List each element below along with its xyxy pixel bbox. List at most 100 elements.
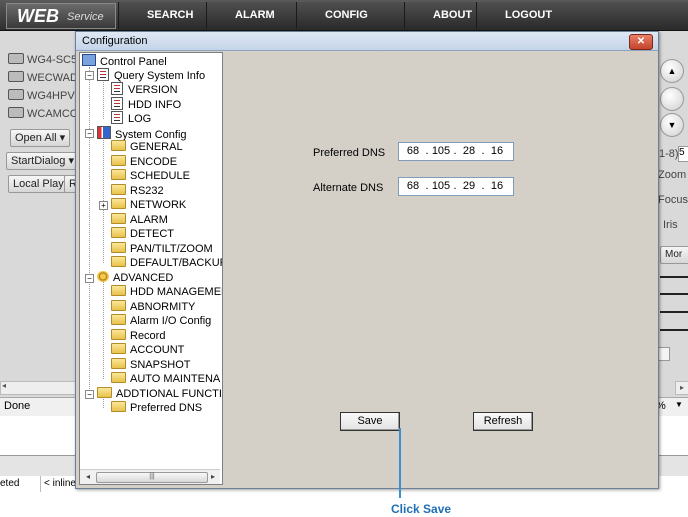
alternate-dns-input[interactable]: 68 . 105 . 29 . 16 [398,177,514,196]
device-item[interactable]: WG4-SC5 [8,53,77,67]
local-play-button[interactable]: Local Play [8,175,69,193]
ptz-center-button[interactable] [660,87,684,111]
collapse-icon[interactable]: − [85,129,94,138]
nav-logout[interactable]: LOGOUT [476,2,688,29]
camera-icon [8,89,24,100]
zoom-dropdown-icon[interactable]: ▼ [675,400,683,409]
speed-input[interactable]: 5 [678,146,688,162]
tree-item-version[interactable]: VERSION [111,82,178,96]
device-item[interactable]: WG4HPV5 [8,89,81,103]
device-label: WG4-SC5 [27,54,78,66]
tree-item-general[interactable]: GENERAL [111,140,183,154]
ip-octet: 16 [490,145,504,157]
bottom-area [0,494,688,517]
close-button[interactable]: ✕ [629,34,653,50]
collapse-icon[interactable]: − [85,274,94,283]
tree-advanced[interactable]: ADVANCED [97,271,173,285]
scroll-left-icon[interactable]: ◂ [82,471,94,483]
tree-item-schedule[interactable]: SCHEDULE [111,169,190,183]
tree-item-rs232[interactable]: RS232 [111,184,164,198]
folder-icon [111,372,126,383]
tree-item-snapshot[interactable]: SNAPSHOT [111,358,191,372]
tree-system-config[interactable]: System Config [97,126,187,141]
expand-icon[interactable]: + [99,201,108,210]
tree-label: NETWORK [130,199,187,211]
tree-additional-function[interactable]: ADDTIONAL FUNCTION [97,387,222,401]
tree-label: Record [130,330,166,342]
tree-line [103,278,104,379]
tree-label: ACCOUNT [130,344,185,356]
preferred-dns-input[interactable]: 68 . 105 . 28 . 16 [398,142,514,161]
zoom-label: Zoom [658,169,687,181]
scroll-right-icon[interactable]: ▸ [207,471,219,483]
dialog-titlebar[interactable]: Configuration ✕ [76,32,658,51]
tree-label: AUTO MAINTENANCE [130,373,221,385]
start-dialog-button[interactable]: StartDialog ▾ [6,152,79,170]
ptz-up-button[interactable]: ▲ [660,59,684,83]
tree-horizontal-scrollbar[interactable]: ◂ ||| ▸ [80,469,220,484]
tree-line [103,133,104,263]
tree-root[interactable]: Control Panel [82,54,167,68]
refresh-button[interactable]: Refresh [473,412,533,431]
scroll-right-icon[interactable]: ▸ [675,381,688,395]
save-button[interactable]: Save [340,412,400,431]
ptz-down-button[interactable]: ▼ [660,113,684,137]
tree-item-alarm-io-config[interactable]: Alarm I/O Config [111,314,211,328]
ip-octet: 16 [490,180,504,192]
device-item[interactable]: WECWAD [8,71,78,85]
folder-icon [111,285,126,296]
device-item[interactable]: WCAMCC [8,107,78,121]
more-button[interactable]: Mor [660,246,688,264]
logo-main-text: WEB [17,6,59,26]
computer-icon [82,54,96,66]
tree-item-alarm[interactable]: ALARM [111,213,168,227]
top-nav-bar: WEB Service SEARCH ALARM CONFIG ABOUT LO… [0,0,688,31]
tree-item-log[interactable]: LOG [111,111,151,125]
tree-item-default-backup[interactable]: DEFAULT/BACKUP [111,256,222,270]
tree-item-auto-maintenance[interactable]: AUTO MAINTENANCE [111,372,221,386]
folder-icon [111,213,126,224]
tree-item-hdd-info[interactable]: HDD INFO [111,97,181,111]
start-dialog-label: StartDialog [11,155,66,167]
tree-item-abnormity[interactable]: ABNORMITY [111,300,195,314]
open-all-button[interactable]: Open All ▾ [10,129,71,147]
tree-query-system-info[interactable]: Query System Info [97,68,205,82]
tree-item-account[interactable]: ACCOUNT [111,343,184,357]
nav-config[interactable]: CONFIG [296,2,404,29]
collapse-icon[interactable]: − [85,390,94,399]
folder-icon [111,358,126,369]
ip-octet: 29 [462,180,476,192]
logo-sub-text: Service [67,11,104,23]
scroll-left-icon[interactable]: ◂ [2,381,6,390]
tree-item-network[interactable]: NETWORK [111,198,186,212]
tree-item-encode[interactable]: ENCODE [111,155,177,169]
callout-line [399,428,401,498]
camera-icon [8,71,24,82]
folder-icon [111,227,126,238]
camera-icon [8,107,24,118]
lower-tab[interactable]: < inline [40,476,80,492]
dialog-title: Configuration [82,35,148,47]
document-icon [111,82,123,95]
nav-about[interactable]: ABOUT [404,2,476,29]
collapse-icon[interactable]: − [85,71,94,80]
scroll-thumb[interactable]: ||| [96,472,208,483]
left-scrollbar[interactable] [0,381,80,395]
tree-item-record[interactable]: Record [111,329,165,343]
device-label: WCAMCC [27,108,78,120]
ip-octet: 28 [462,145,476,157]
tree-item-preferred-dns[interactable]: Preferred DNS [111,401,202,415]
folder-icon [111,329,126,340]
folder-icon [111,343,126,354]
lower-tab[interactable]: eted Rule [0,476,40,505]
tree-item-pan-tilt-zoom[interactable]: PAN/TILT/ZOOM [111,242,213,256]
nav-search[interactable]: SEARCH [118,2,206,29]
tree-item-hdd-management[interactable]: HDD MANAGEMENT [111,285,222,299]
tree-label: Alarm I/O Config [130,315,212,327]
tree-item-detect[interactable]: DETECT [111,227,174,241]
iris-label: Iris [663,219,678,231]
alternate-dns-label: Alternate DNS [313,182,384,194]
document-icon [111,111,123,124]
nav-alarm[interactable]: ALARM [206,2,296,29]
settings-panel: Preferred DNS 68 . 105 . 28 . 16 Alterna… [223,52,654,484]
